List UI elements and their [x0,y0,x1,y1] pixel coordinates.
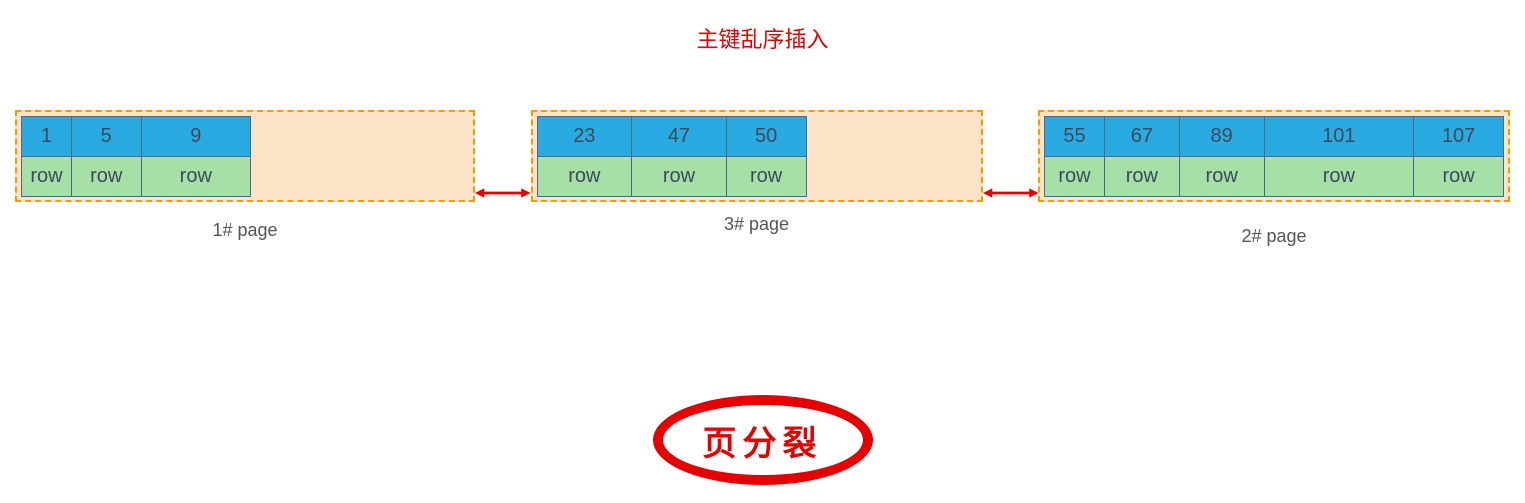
key-cell: 101 [1264,117,1414,157]
key-cell: 5 [71,117,141,157]
page-block-3: 556789101107rowrowrowrowrow2# page [1038,110,1510,247]
page-table: 234750rowrowrow [537,116,807,197]
page-split-badge-wrap: 页分裂 [0,395,1525,485]
row-cell: row [71,157,141,197]
key-cell: 107 [1414,117,1504,157]
empty-space [807,116,977,196]
row-cell: row [22,157,72,197]
key-cell: 23 [537,117,632,157]
diagram-title: 主键乱序插入 [0,0,1525,54]
key-cell: 55 [1045,117,1105,157]
pages-row: 159rowrowrow1# page234750rowrowrow3# pag… [0,110,1525,247]
row-cell: row [1414,157,1504,197]
page-3: 556789101107rowrowrowrowrow [1038,110,1510,202]
page-table: 159rowrowrow [21,116,251,197]
page-1: 159rowrowrow [15,110,475,202]
row-cell: row [1264,157,1414,197]
row-cell: row [1045,157,1105,197]
empty-space [251,116,469,196]
page-label: 1# page [212,220,277,241]
page-block-1: 159rowrowrow1# page [15,110,475,241]
row-cell: row [632,157,727,197]
page-label: 2# page [1241,226,1306,247]
badge-text: 页分裂 [703,416,823,465]
row-cell: row [141,157,250,197]
key-cell: 9 [141,117,250,157]
key-cell: 47 [632,117,727,157]
double-arrow-icon [475,186,531,200]
key-cell: 50 [726,117,806,157]
page-2: 234750rowrowrow [531,110,983,202]
double-arrow-icon [983,186,1039,200]
row-cell: row [1104,157,1179,197]
page-block-2: 234750rowrowrow3# page [531,110,983,235]
row-cell: row [1179,157,1264,197]
page-table: 556789101107rowrowrowrowrow [1044,116,1504,197]
key-cell: 89 [1179,117,1264,157]
page-label: 3# page [724,214,789,235]
row-cell: row [537,157,632,197]
key-cell: 67 [1104,117,1179,157]
page-split-badge: 页分裂 [653,395,873,485]
key-cell: 1 [22,117,72,157]
row-cell: row [726,157,806,197]
